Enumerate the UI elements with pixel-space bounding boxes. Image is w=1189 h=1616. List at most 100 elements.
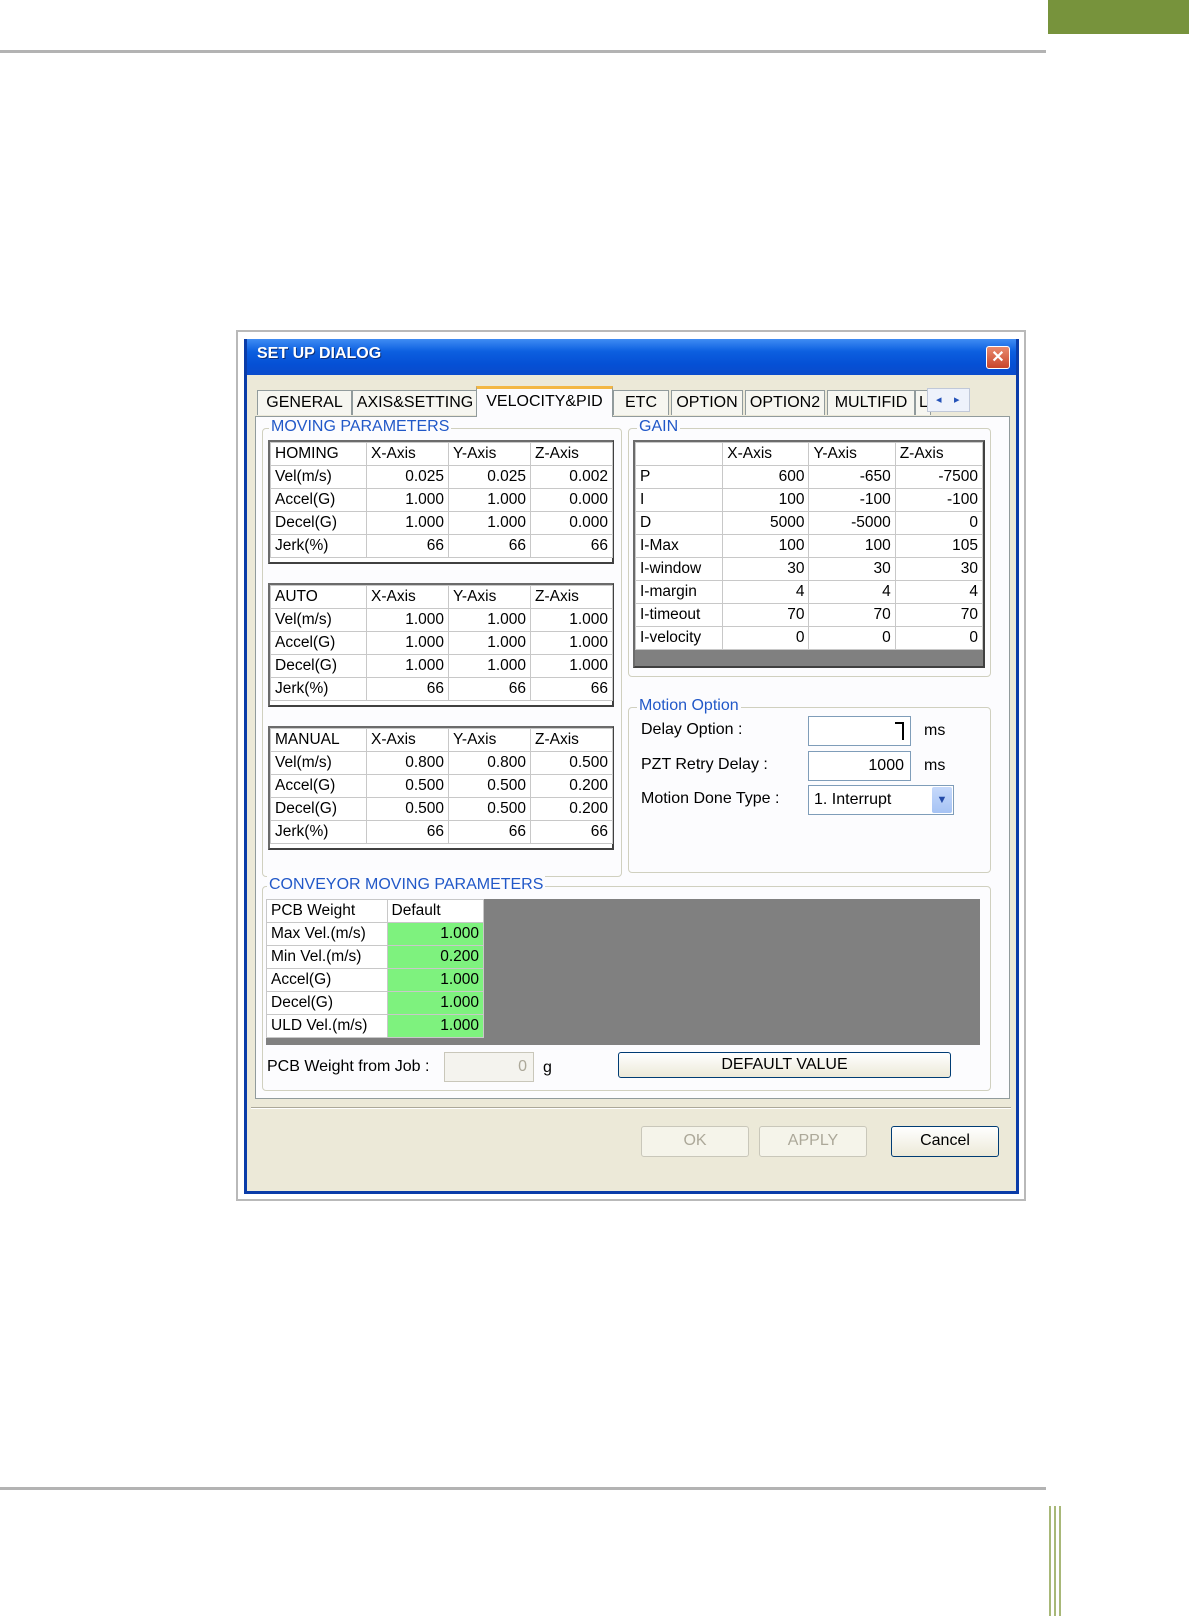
cancel-button[interactable]: Cancel (891, 1126, 999, 1157)
value-cell[interactable]: 1.000 (366, 631, 449, 655)
value-cell[interactable]: 1.000 (386, 968, 485, 992)
value-cell[interactable]: 0.200 (530, 797, 613, 821)
value-cell[interactable]: 4 (808, 580, 896, 604)
tab-option2[interactable]: OPTION2 (745, 390, 825, 415)
value-cell[interactable]: 66 (448, 677, 531, 701)
tab-velocity-pid[interactable]: VELOCITY&PID (476, 386, 613, 417)
value-cell[interactable]: 1.000 (448, 608, 531, 632)
value-cell[interactable]: 0 (722, 626, 810, 650)
value-cell[interactable]: -5000 (808, 511, 896, 535)
footer-line-2 (1054, 1506, 1056, 1616)
value-cell[interactable]: 0.500 (530, 751, 613, 775)
tab-general[interactable]: GENERAL (257, 390, 352, 415)
table-row: Jerk(%) 66 66 66 (270, 820, 613, 844)
auto-table[interactable]: AUTO X-Axis Y-Axis Z-Axis Vel(m/s) 1.000 1.000… (270, 585, 613, 701)
value-cell[interactable]: 70 (808, 603, 896, 627)
value-cell[interactable]: 0.500 (366, 774, 449, 798)
value-cell[interactable]: 66 (530, 534, 613, 558)
value-cell[interactable]: 1.000 (448, 511, 531, 535)
value-cell[interactable]: 4 (894, 580, 984, 604)
value-cell[interactable]: 1.000 (366, 654, 449, 678)
pcb-weight-label: PCB Weight from Job : (267, 1058, 430, 1075)
tab-etc[interactable]: ETC (613, 390, 669, 415)
column-header: Z-Axis (530, 728, 613, 752)
row-label: Accel(G) (266, 968, 388, 992)
value-cell[interactable]: -100 (894, 488, 984, 512)
value-cell[interactable]: 0.025 (366, 465, 449, 489)
value-cell[interactable]: 1.000 (448, 654, 531, 678)
value-cell[interactable]: 30 (894, 557, 984, 581)
conveyor-table[interactable]: PCB Weight Default Max Vel.(m/s) 1.000 Min V… (266, 899, 485, 1038)
value-cell[interactable]: 100 (722, 488, 810, 512)
homing-table[interactable]: HOMING X-Axis Y-Axis Z-Axis Vel(m/s) 0.025 0.0… (270, 442, 613, 558)
value-cell[interactable]: -100 (808, 488, 896, 512)
tab-scroll-control[interactable]: ◂ ▸ (927, 388, 970, 412)
gain-label: GAIN (637, 418, 681, 436)
scroll-right-icon[interactable]: ▸ (954, 393, 960, 406)
manual-table[interactable]: MANUAL X-Axis Y-Axis Z-Axis Vel(m/s) 0.800 0.8… (270, 728, 613, 844)
value-cell[interactable]: 0.002 (530, 465, 613, 489)
value-cell[interactable]: 0.800 (448, 751, 531, 775)
value-cell[interactable]: 66 (530, 677, 613, 701)
value-cell[interactable]: 5000 (722, 511, 810, 535)
value-cell[interactable]: 0.200 (530, 774, 613, 798)
pcb-weight-input[interactable]: 0 (444, 1052, 534, 1082)
value-cell[interactable]: 66 (366, 820, 449, 844)
value-cell[interactable]: 30 (722, 557, 810, 581)
value-cell[interactable]: 1.000 (366, 511, 449, 535)
value-cell[interactable]: 0.025 (448, 465, 531, 489)
value-cell[interactable]: 1.000 (366, 488, 449, 512)
value-cell[interactable]: 1.000 (366, 608, 449, 632)
value-cell[interactable]: 0.000 (530, 511, 613, 535)
value-cell[interactable]: 0.200 (386, 945, 485, 969)
chevron-down-icon[interactable]: ▼ (932, 787, 952, 813)
value-cell[interactable]: 0 (808, 626, 896, 650)
value-cell[interactable]: 70 (722, 603, 810, 627)
value-cell[interactable]: 30 (808, 557, 896, 581)
value-cell[interactable]: 0.500 (366, 797, 449, 821)
gain-table[interactable]: X-Axis Y-Axis Z-Axis P 600 -650 -7500 I 100 -100-… (634, 442, 984, 650)
tab-multifid[interactable]: MULTIFID (827, 390, 915, 415)
table-row: Vel(m/s) 1.000 1.000 1.000 (270, 608, 613, 632)
scroll-left-icon[interactable]: ◂ (936, 393, 942, 406)
title-bar[interactable]: SET UP DIALOG ✕ (247, 339, 1016, 375)
column-header: X-Axis (722, 442, 810, 466)
value-cell[interactable]: -7500 (894, 465, 984, 489)
value-cell[interactable]: 70 (894, 603, 984, 627)
value-cell[interactable]: 0.500 (448, 797, 531, 821)
value-cell[interactable]: 105 (894, 534, 984, 558)
close-button[interactable]: ✕ (986, 346, 1010, 369)
value-cell[interactable]: -650 (808, 465, 896, 489)
value-cell[interactable]: 66 (366, 677, 449, 701)
value-cell[interactable]: 100 (722, 534, 810, 558)
value-cell[interactable]: 66 (448, 820, 531, 844)
motion-done-select[interactable]: 1. Interrupt ▼ (808, 785, 954, 815)
delay-option-input[interactable] (808, 716, 911, 746)
ok-button[interactable]: OK (641, 1126, 749, 1157)
value-cell[interactable]: 66 (448, 534, 531, 558)
tab-axis-setting[interactable]: AXIS&SETTING (352, 390, 478, 415)
value-cell[interactable]: 1.000 (386, 991, 485, 1015)
value-cell[interactable]: 1.000 (448, 488, 531, 512)
value-cell[interactable]: 0.800 (366, 751, 449, 775)
value-cell[interactable]: 0 (894, 626, 984, 650)
value-cell[interactable]: 1.000 (386, 922, 485, 946)
default-value-button[interactable]: DEFAULT VALUE (618, 1052, 951, 1078)
value-cell[interactable]: 66 (530, 820, 613, 844)
value-cell[interactable]: 1.000 (530, 654, 613, 678)
value-cell[interactable]: 0.000 (530, 488, 613, 512)
table-row: I 100 -100 -100 (634, 488, 984, 512)
value-cell[interactable]: 4 (722, 580, 810, 604)
value-cell[interactable]: 66 (366, 534, 449, 558)
value-cell[interactable]: 1.000 (448, 631, 531, 655)
value-cell[interactable]: 600 (722, 465, 810, 489)
value-cell[interactable]: 1.000 (530, 608, 613, 632)
value-cell[interactable]: 0.500 (448, 774, 531, 798)
apply-button[interactable]: APPLY (759, 1126, 867, 1157)
value-cell[interactable]: 1.000 (386, 1014, 485, 1038)
pzt-retry-input[interactable]: 1000 (808, 751, 911, 781)
value-cell[interactable]: 0 (894, 511, 984, 535)
value-cell[interactable]: 1.000 (530, 631, 613, 655)
tab-option[interactable]: OPTION (671, 390, 743, 415)
value-cell[interactable]: 100 (808, 534, 896, 558)
